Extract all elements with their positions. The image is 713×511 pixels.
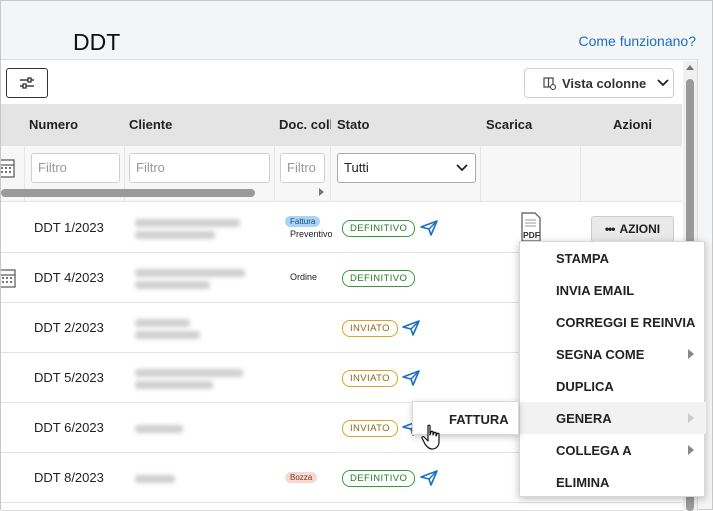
column-view-button[interactable]: Vista colonne: [524, 68, 674, 98]
app-window: DDT Come funzionano? Vista colonne Numer…: [0, 0, 713, 511]
doc-tag-fattura[interactable]: Fattura: [285, 216, 321, 227]
doc-text[interactable]: Ordine: [290, 272, 317, 282]
stato-filter-select[interactable]: Tutti: [337, 153, 476, 183]
actions-button[interactable]: ••• AZIONI: [591, 216, 674, 242]
status-badge: DEFINITIVO: [342, 220, 416, 237]
chevron-down-icon: [657, 79, 669, 87]
columns-icon: [543, 76, 556, 90]
pdf-file-icon[interactable]: PDF: [520, 212, 542, 242]
client-name-blurred: [127, 211, 277, 245]
help-link[interactable]: Come funzionano?: [578, 33, 696, 49]
paper-plane-icon[interactable]: [401, 369, 421, 387]
hand-cursor-icon: [421, 424, 440, 450]
doc-text[interactable]: Preventivo: [290, 229, 333, 239]
ddt-number[interactable]: DDT 8/2023: [34, 470, 104, 485]
more-dots-icon: •••: [604, 222, 616, 236]
column-header-azioni: Azioni: [613, 117, 652, 132]
column-view-label: Vista colonne: [562, 75, 647, 91]
ddt-number[interactable]: DDT 1/2023: [34, 220, 104, 235]
filter-toggle-button[interactable]: [6, 68, 48, 98]
column-header-scarica: Scarica: [486, 117, 533, 132]
sliders-icon: [20, 77, 34, 89]
status-badge: INVIATO: [342, 420, 398, 437]
menu-item-duplica[interactable]: DUPLICA: [520, 370, 706, 402]
status-badge: DEFINITIVO: [342, 270, 416, 287]
filter-cell-scarica: [481, 146, 581, 202]
cliente-filter-input[interactable]: Filtro: [129, 153, 270, 183]
ddt-number[interactable]: DDT 4/2023: [34, 270, 104, 285]
ddt-number[interactable]: DDT 5/2023: [34, 370, 104, 385]
scroll-right-arrow-icon[interactable]: [319, 188, 324, 196]
paper-plane-icon[interactable]: [419, 469, 439, 487]
pdf-label: PDF: [523, 230, 540, 240]
status-badge: INVIATO: [342, 320, 398, 337]
chevron-right-icon: [688, 349, 694, 359]
actions-button-label: AZIONI: [619, 222, 661, 236]
ddt-number[interactable]: DDT 6/2023: [34, 420, 104, 435]
doc-filter-input[interactable]: Filtro: [280, 153, 325, 183]
menu-item-collega-a[interactable]: COLLEGA A: [520, 434, 706, 466]
calendar-icon[interactable]: [1, 157, 16, 179]
scroll-up-arrow-icon[interactable]: [686, 65, 694, 70]
menu-item-stampa[interactable]: STAMPA: [520, 242, 706, 274]
stato-filter-value: Tutti: [344, 160, 369, 175]
doc-tag-bozza[interactable]: Bozza: [285, 472, 318, 483]
horizontal-scrollbar[interactable]: [1, 189, 255, 197]
table-header: Numero Cliente Doc. coll Stato Scarica A…: [1, 104, 682, 146]
client-name-blurred: [127, 361, 277, 395]
column-header-numero[interactable]: Numero: [29, 117, 78, 132]
submenu-item-fattura[interactable]: FATTURA: [449, 412, 509, 427]
status-badge: INVIATO: [342, 370, 398, 387]
chevron-down-icon: [456, 164, 468, 172]
column-header-stato[interactable]: Stato: [337, 117, 370, 132]
client-name-blurred: [127, 411, 277, 445]
menu-item-genera[interactable]: GENERA: [520, 402, 706, 434]
numero-filter-input[interactable]: Filtro: [31, 153, 120, 183]
chevron-right-icon: [688, 445, 694, 455]
status-badge: DEFINITIVO: [342, 470, 416, 487]
paper-plane-icon[interactable]: [419, 219, 439, 237]
chevron-right-icon: [688, 413, 694, 423]
calendar-icon[interactable]: [1, 267, 17, 289]
ddt-number[interactable]: DDT 2/2023: [34, 320, 104, 335]
actions-menu: STAMPA INVIA EMAIL CORREGGI E REINVIA SE…: [519, 241, 706, 498]
menu-item-segna-come[interactable]: SEGNA COME: [520, 338, 706, 370]
menu-item-correggi-reinvia[interactable]: CORREGGI E REINVIA: [520, 306, 706, 338]
filter-cell-stato: Tutti: [331, 146, 481, 202]
paper-plane-icon[interactable]: [401, 319, 421, 337]
client-name-blurred: [127, 311, 277, 345]
column-header-cliente[interactable]: Cliente: [129, 117, 172, 132]
client-name-blurred: [127, 261, 277, 295]
menu-item-invia-email[interactable]: INVIA EMAIL: [520, 274, 706, 306]
page-title: DDT: [73, 29, 121, 55]
client-name-blurred: [127, 461, 277, 495]
menu-item-elimina[interactable]: ELIMINA: [520, 466, 706, 498]
column-header-doc-coll[interactable]: Doc. coll: [279, 117, 331, 132]
